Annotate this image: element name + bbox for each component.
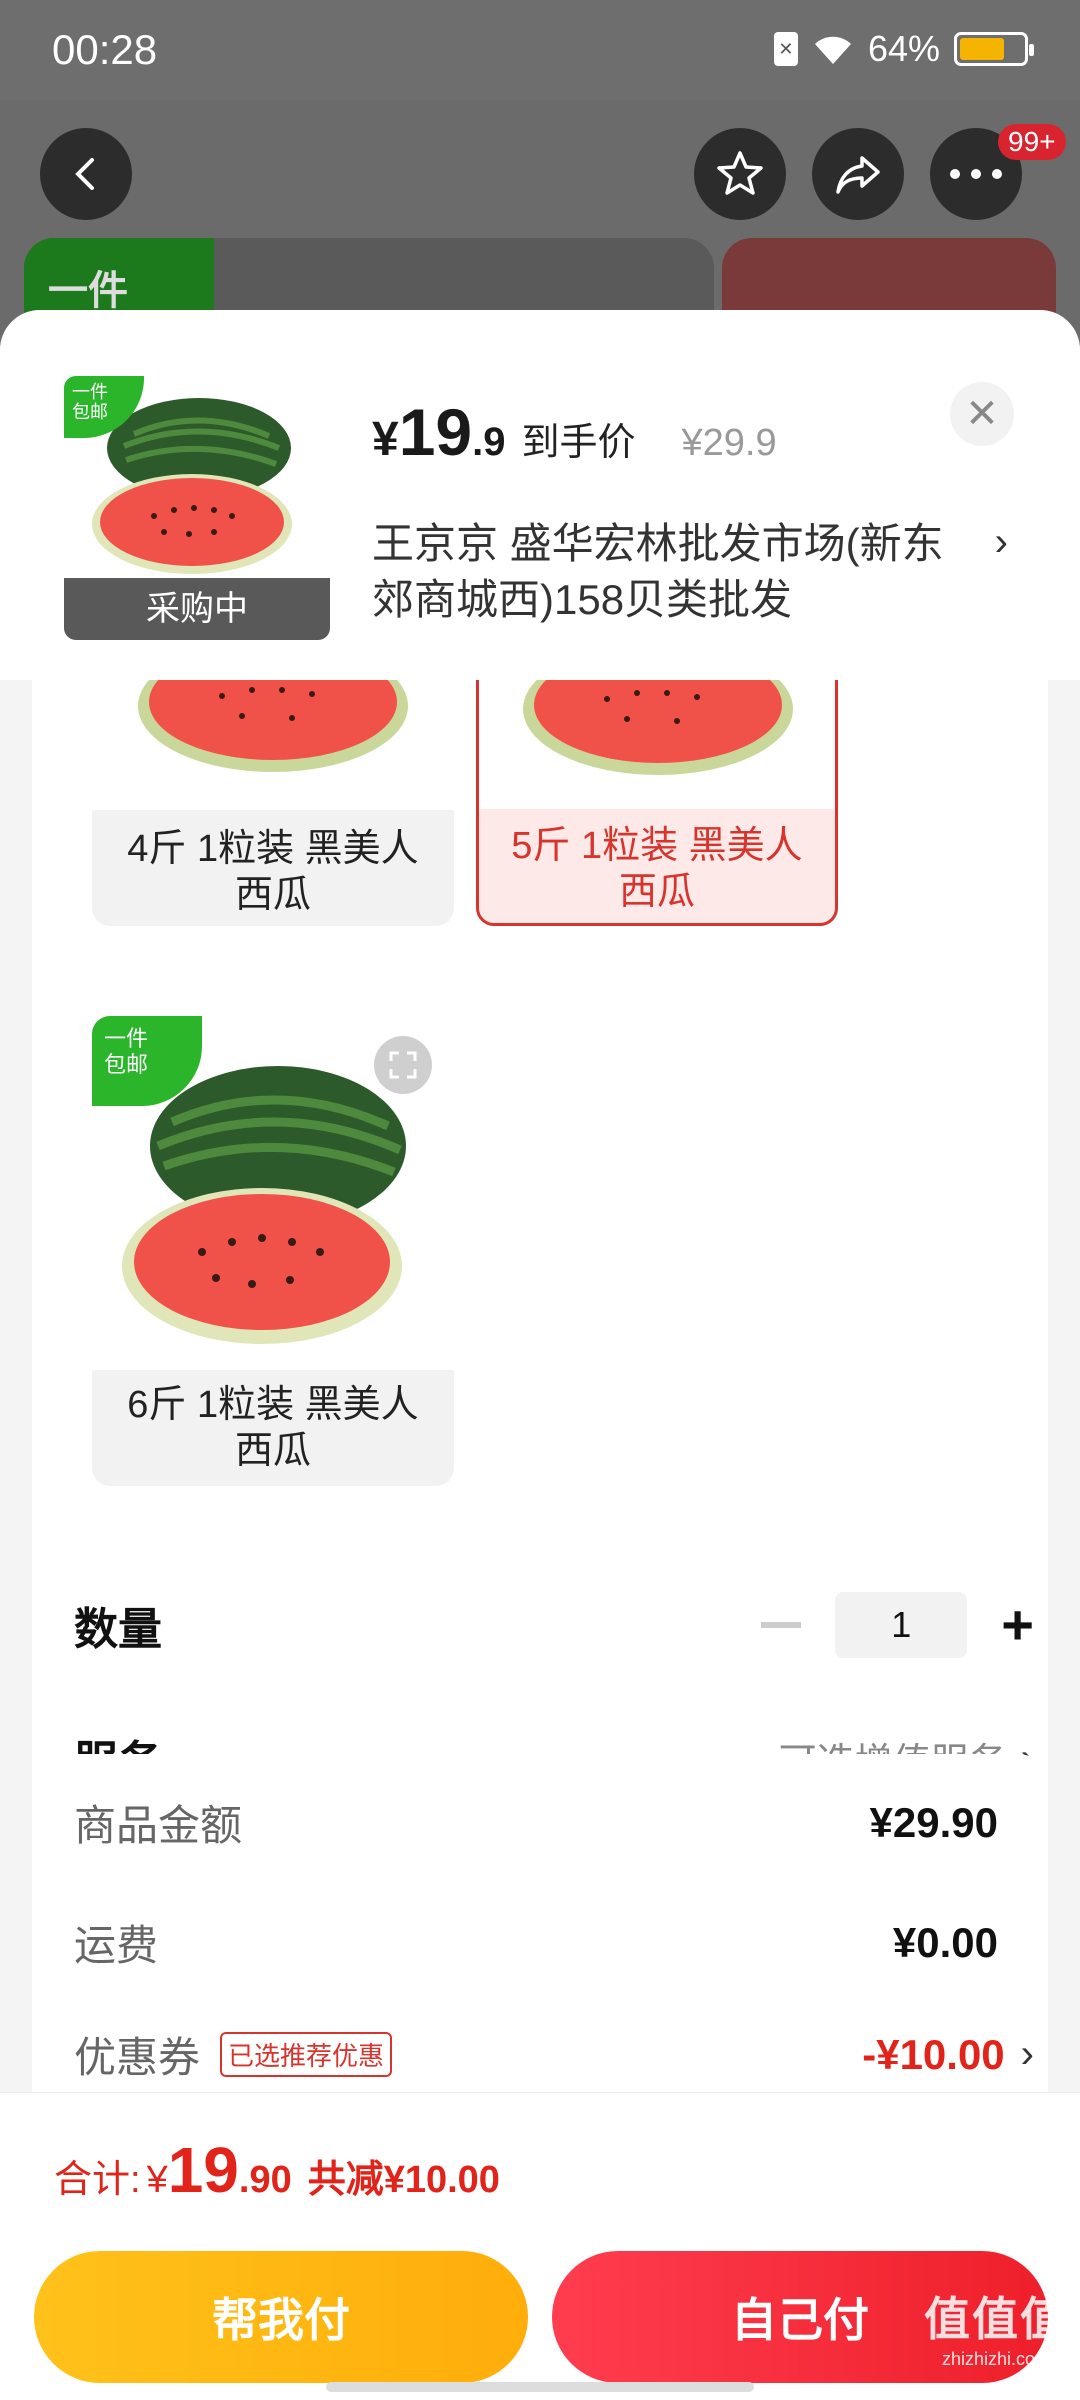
original-price: ¥29.9: [681, 422, 777, 464]
star-icon: [717, 151, 763, 195]
quantity-row: 数量 1 +: [74, 1592, 1034, 1658]
total-currency: ¥: [146, 2159, 168, 2201]
sku-bottom-sheet: 一件 包邮 采购中 ¥19.9 到手价 ¥29.9 ✕ 王京京 盛华宏林批发市场(…: [0, 310, 1080, 2400]
battery-percent: 64%: [867, 28, 940, 69]
minus-icon[interactable]: [761, 1622, 802, 1628]
favorite-button[interactable]: [694, 128, 786, 220]
close-button[interactable]: ✕: [950, 382, 1014, 446]
shipping-label: 运费: [74, 1922, 159, 1969]
watermark-main: 值值值: [924, 2293, 1068, 2345]
sheet-header: 一件 包邮 采购中 ¥19.9 到手价 ¥29.9 ✕ 王京京 盛华宏林批发市场(…: [0, 310, 1080, 680]
status-icons: ✕ 64%: [773, 28, 1034, 70]
coupon-row[interactable]: 优惠券 已选推荐优惠 -¥10.00 ›: [74, 2024, 1034, 2085]
total-integer: 19: [167, 2134, 239, 2206]
chevron-right-icon: ›: [1020, 2032, 1034, 2076]
option-card[interactable]: 一件 包邮 6斤 1粒装 黑美人西瓜: [92, 1016, 454, 1486]
background-nav: [0, 100, 1080, 240]
expand-icon[interactable]: [374, 1036, 432, 1094]
plus-icon[interactable]: +: [1001, 1597, 1034, 1653]
home-indicator[interactable]: [326, 2382, 754, 2392]
goods-amount-label: 商品金额: [74, 1802, 243, 1849]
thumbnail-status: 采购中: [64, 578, 330, 640]
coupon-tag: 已选推荐优惠: [220, 2032, 393, 2077]
option-label: 5斤 1粒装 黑美人西瓜: [511, 825, 803, 913]
quantity-label: 数量: [74, 1605, 162, 1654]
shipping-value: ¥0.00: [892, 1918, 998, 1966]
goods-amount-value: ¥29.90: [869, 1798, 998, 1846]
back-button[interactable]: [40, 128, 132, 220]
share-icon: [836, 156, 880, 194]
coupon-label: 优惠券: [74, 2034, 201, 2081]
chevron-right-icon[interactable]: ›: [995, 520, 1008, 565]
close-icon: ✕: [965, 392, 999, 436]
coupon-value-group[interactable]: -¥10.00 ›: [862, 2031, 1034, 2079]
final-price-label: 到手价: [521, 422, 636, 464]
wifi-icon: [814, 36, 851, 64]
total-label: 合计:: [54, 2159, 141, 2201]
seller-name[interactable]: 王京京 盛华宏林批发市场(新东郊商城西)158贝类批发: [372, 516, 972, 628]
price-row: ¥19.9 到手价 ¥29.9: [372, 394, 777, 470]
more-dots-icon: [950, 169, 1002, 179]
share-button[interactable]: [812, 128, 904, 220]
quantity-input[interactable]: 1: [835, 1592, 968, 1658]
checkout-bar: 合计: ¥ 19 .90 共减¥10.00 帮我付 自己付: [0, 2092, 1080, 2400]
sim-icon: ✕: [773, 32, 798, 66]
goods-amount-row: 商品金额 ¥29.90: [74, 1792, 1034, 1853]
quantity-stepper: 1 +: [761, 1592, 1034, 1658]
coupon-value: -¥10.00: [862, 2030, 1005, 2078]
watermark-logo: 值值值 zhizhizhi.com: [924, 2283, 1068, 2370]
total-saved: 共减¥10.00: [307, 2159, 500, 2201]
shipping-row: 运费 ¥0.00: [74, 1912, 1034, 1973]
battery-icon: [954, 32, 1034, 66]
product-thumbnail[interactable]: 一件 包邮 采购中: [64, 376, 330, 640]
help-me-pay-button[interactable]: 帮我付: [34, 2251, 528, 2383]
total-decimal: .90: [238, 2159, 292, 2201]
coupon-label-group: 优惠券 已选推荐优惠: [74, 2024, 393, 2085]
status-bar: 00:28 ✕ 64%: [0, 0, 1080, 100]
option-label: 4斤 1粒装 黑美人西瓜: [127, 828, 419, 916]
chevron-left-icon: [75, 158, 94, 190]
message-badge: 99+: [998, 124, 1066, 160]
status-time: 00:28: [52, 26, 158, 73]
option-label: 6斤 1粒装 黑美人西瓜: [127, 1384, 419, 1472]
total-amount: 合计: ¥ 19 .90 共减¥10.00: [54, 2133, 500, 2207]
watermark-sub: zhizhizhi.com: [941, 2349, 1051, 2369]
final-price: ¥19.9: [372, 395, 506, 469]
